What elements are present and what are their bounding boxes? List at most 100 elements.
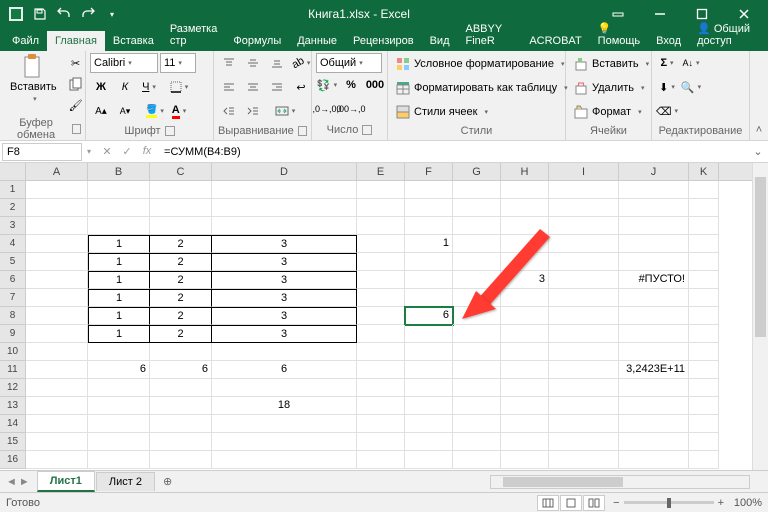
cell-I7[interactable] bbox=[549, 289, 619, 307]
cell-J12[interactable] bbox=[619, 379, 689, 397]
tab-share[interactable]: 👤 Общий доступ bbox=[689, 18, 768, 51]
cell-A8[interactable] bbox=[26, 307, 88, 325]
cell-B12[interactable] bbox=[88, 379, 150, 397]
sheet-nav-next[interactable]: ► bbox=[19, 476, 30, 488]
number-dialog-launcher[interactable] bbox=[362, 125, 372, 135]
find-button[interactable]: 🔍▾ bbox=[680, 77, 702, 97]
tab-help[interactable]: 💡 Помощь bbox=[590, 18, 649, 51]
cell-B10[interactable] bbox=[88, 343, 150, 361]
cell-C16[interactable] bbox=[150, 451, 212, 469]
cell-F7[interactable] bbox=[405, 289, 453, 307]
row-header-12[interactable]: 12 bbox=[0, 379, 26, 397]
cell-F6[interactable] bbox=[405, 271, 453, 289]
horizontal-scrollbar[interactable] bbox=[490, 475, 750, 489]
cell-J13[interactable] bbox=[619, 397, 689, 415]
cell-G5[interactable] bbox=[453, 253, 501, 271]
italic-button[interactable]: К bbox=[114, 77, 136, 97]
cell-J4[interactable] bbox=[619, 235, 689, 253]
format-painter-button[interactable]: 🖌 bbox=[65, 95, 87, 115]
format-as-table-button[interactable]: Форматировать как таблицу▾ bbox=[392, 77, 572, 99]
row-header-14[interactable]: 14 bbox=[0, 415, 26, 433]
row-header-9[interactable]: 9 bbox=[0, 325, 26, 343]
cell-H5[interactable] bbox=[501, 253, 549, 271]
cell-B11[interactable]: 6 bbox=[88, 361, 150, 379]
cell-A12[interactable] bbox=[26, 379, 88, 397]
sheet-tab-1[interactable]: Лист1 bbox=[37, 471, 95, 492]
cell-J15[interactable] bbox=[619, 433, 689, 451]
cell-F14[interactable] bbox=[405, 415, 453, 433]
cell-E8[interactable] bbox=[357, 307, 405, 325]
cell-F1[interactable] bbox=[405, 181, 453, 199]
cell-A10[interactable] bbox=[26, 343, 88, 361]
cell-K5[interactable] bbox=[689, 253, 719, 271]
row-header-5[interactable]: 5 bbox=[0, 253, 26, 271]
cell-A13[interactable] bbox=[26, 397, 88, 415]
cell-K3[interactable] bbox=[689, 217, 719, 235]
cell-C8[interactable]: 2 bbox=[150, 307, 212, 325]
qat-customize-icon[interactable]: ▾ bbox=[104, 6, 120, 22]
cell-F15[interactable] bbox=[405, 433, 453, 451]
cell-F4[interactable]: 1 bbox=[405, 235, 453, 253]
cell-H6[interactable]: 3 bbox=[501, 271, 549, 289]
cell-A11[interactable] bbox=[26, 361, 88, 379]
cell-K11[interactable] bbox=[689, 361, 719, 379]
sheet-nav-prev[interactable]: ◄ bbox=[6, 476, 17, 488]
cell-D16[interactable] bbox=[212, 451, 357, 469]
cell-H4[interactable] bbox=[501, 235, 549, 253]
undo-icon[interactable] bbox=[56, 6, 72, 22]
cell-E3[interactable] bbox=[357, 217, 405, 235]
delete-cells-button[interactable]: Удалить▾ bbox=[570, 77, 649, 99]
cell-G16[interactable] bbox=[453, 451, 501, 469]
cell-G9[interactable] bbox=[453, 325, 501, 343]
fill-button[interactable]: ⬇▾ bbox=[656, 77, 678, 97]
cell-I5[interactable] bbox=[549, 253, 619, 271]
sheet-tab-2[interactable]: Лист 2 bbox=[96, 472, 155, 491]
cell-J9[interactable] bbox=[619, 325, 689, 343]
decrease-indent-button[interactable] bbox=[218, 101, 240, 121]
row-header-11[interactable]: 11 bbox=[0, 361, 26, 379]
align-left-button[interactable] bbox=[218, 77, 240, 97]
row-header-7[interactable]: 7 bbox=[0, 289, 26, 307]
tab-data[interactable]: Данные bbox=[289, 31, 345, 51]
zoom-out-button[interactable]: − bbox=[613, 497, 619, 509]
cell-H1[interactable] bbox=[501, 181, 549, 199]
cell-C1[interactable] bbox=[150, 181, 212, 199]
cell-E12[interactable] bbox=[357, 379, 405, 397]
clear-button[interactable]: ⌫▾ bbox=[656, 101, 678, 121]
zoom-in-button[interactable]: + bbox=[718, 497, 724, 509]
cell-G6[interactable] bbox=[453, 271, 501, 289]
cell-K1[interactable] bbox=[689, 181, 719, 199]
cell-D15[interactable] bbox=[212, 433, 357, 451]
decrease-decimal-button[interactable]: ,00→,0 bbox=[340, 99, 362, 119]
cell-G7[interactable] bbox=[453, 289, 501, 307]
name-box[interactable] bbox=[2, 143, 82, 161]
cell-G13[interactable] bbox=[453, 397, 501, 415]
formula-input[interactable] bbox=[160, 144, 748, 160]
cell-A9[interactable] bbox=[26, 325, 88, 343]
accounting-button[interactable]: 💱▾ bbox=[316, 75, 338, 95]
tab-review[interactable]: Рецензиров bbox=[345, 31, 422, 51]
cell-D1[interactable] bbox=[212, 181, 357, 199]
cell-D11[interactable]: 6 bbox=[212, 361, 357, 379]
font-dialog-launcher[interactable] bbox=[165, 126, 175, 136]
enter-formula-button[interactable]: ✓ bbox=[118, 145, 136, 158]
cell-styles-button[interactable]: Стили ячеек▾ bbox=[392, 101, 492, 123]
zoom-level[interactable]: 100% bbox=[728, 497, 762, 509]
comma-button[interactable]: 000 bbox=[364, 75, 386, 95]
cell-C12[interactable] bbox=[150, 379, 212, 397]
cell-I3[interactable] bbox=[549, 217, 619, 235]
cell-I4[interactable] bbox=[549, 235, 619, 253]
cell-I12[interactable] bbox=[549, 379, 619, 397]
cell-D7[interactable]: 3 bbox=[212, 289, 357, 307]
cell-I16[interactable] bbox=[549, 451, 619, 469]
cell-B1[interactable] bbox=[88, 181, 150, 199]
cell-I10[interactable] bbox=[549, 343, 619, 361]
fill-color-button[interactable]: 🪣▾ bbox=[144, 101, 166, 121]
cell-G2[interactable] bbox=[453, 199, 501, 217]
collapse-ribbon-button[interactable]: ˄ bbox=[750, 51, 768, 140]
align-center-button[interactable] bbox=[242, 77, 264, 97]
cell-I8[interactable] bbox=[549, 307, 619, 325]
orientation-button[interactable]: ab▾ bbox=[290, 53, 312, 73]
redo-icon[interactable] bbox=[80, 6, 96, 22]
align-bottom-button[interactable] bbox=[266, 53, 288, 73]
